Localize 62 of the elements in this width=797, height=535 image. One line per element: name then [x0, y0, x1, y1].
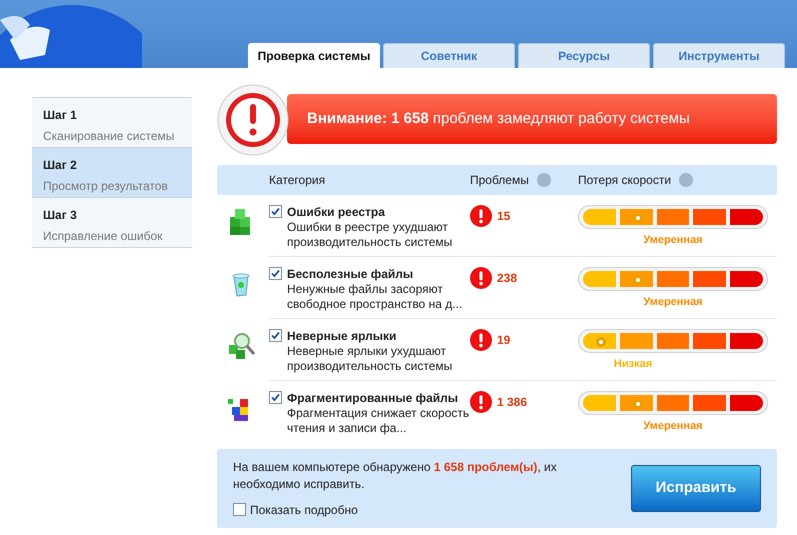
- meter-segment: [693, 333, 726, 349]
- alert-icon: [217, 84, 289, 156]
- checkbox-label: Показать подробно: [250, 502, 358, 518]
- checkbox[interactable]: [269, 329, 282, 342]
- warning-icon: [470, 391, 492, 413]
- speed-rating: Низкая: [614, 357, 652, 372]
- step-item[interactable]: Шаг 3 Исправление ошибок: [32, 198, 192, 248]
- step-title: Шаг 1: [43, 107, 78, 124]
- meter-segment: [730, 271, 763, 287]
- warning-icon: [470, 205, 492, 227]
- step-item[interactable]: Шаг 1 Сканирование системы: [32, 98, 192, 148]
- checkbox[interactable]: [269, 267, 282, 280]
- column-header: Категория: [269, 172, 326, 189]
- meter-segment: [620, 333, 653, 349]
- meter-segment: [656, 395, 690, 411]
- category-description: Фрагментация снижает скорость чтения и записи фа...: [287, 406, 470, 436]
- tab[interactable]: Инструменты: [653, 43, 785, 68]
- step-title: Шаг 2: [43, 157, 78, 174]
- meter-segment: [730, 395, 763, 411]
- meter-segment: [730, 333, 763, 349]
- category-description: Ненужные файлы засоряют свободное пространство на д...: [287, 282, 464, 312]
- alert-banner: Внимание: 1 658 проблем замедляют работу системы: [287, 94, 777, 144]
- meter-segment: [583, 209, 616, 225]
- checkbox[interactable]: [269, 205, 282, 218]
- category-title: Фрагментированные файлы: [287, 391, 460, 406]
- meter-segment: [693, 395, 726, 411]
- step-title: Шаг 3: [43, 207, 78, 224]
- problem-count: 238: [497, 270, 518, 287]
- tab[interactable]: Ресурсы: [518, 43, 650, 68]
- meter-segment: [693, 271, 726, 287]
- category-title: Неверные ярлыки: [287, 329, 398, 344]
- category-description: Неверные ярлыки ухудшают производительность системы: [287, 344, 454, 374]
- problem-count: 1 386: [497, 394, 528, 411]
- meter-segment: [583, 395, 616, 411]
- speed-rating: Умеренная: [643, 233, 703, 248]
- summary-text: На вашем компьютере обнаружено 1 658 проблем(ы), их необходимо исправить.: [233, 458, 558, 492]
- tab[interactable]: Советник: [383, 43, 515, 68]
- warning-icon: [470, 267, 492, 289]
- meter-segment: [730, 209, 763, 225]
- meter-segment: [583, 271, 616, 287]
- category-description: Ошибки в реестре ухудшают производительность системы: [287, 220, 454, 250]
- category-title: Ошибки реестра: [287, 205, 386, 220]
- tab[interactable]: Проверка системы: [248, 43, 380, 68]
- column-header: Потеря скорости: [578, 171, 694, 189]
- warning-icon: [470, 329, 492, 351]
- step-subtitle: Сканирование системы: [43, 128, 176, 145]
- meter-segment: [656, 209, 690, 225]
- step-subtitle: Просмотр результатов: [43, 178, 169, 195]
- speed-rating: Умеренная: [643, 295, 703, 310]
- checkbox[interactable]: [269, 391, 282, 404]
- meter-segment: [656, 333, 690, 349]
- problem-count: 19: [497, 332, 510, 349]
- magnifier-cubes-icon: [226, 331, 256, 361]
- problem-count: 15: [497, 208, 510, 225]
- category-title: Бесполезные файлы: [287, 267, 414, 282]
- speed-rating: Умеренная: [643, 419, 703, 434]
- column-header: Проблемы: [470, 171, 578, 189]
- checkbox[interactable]: [233, 503, 246, 516]
- meter-segment: [693, 209, 726, 225]
- meter-segment: [656, 271, 690, 287]
- step-item[interactable]: Шаг 2 Просмотр результатов: [32, 148, 192, 198]
- step-subtitle: Исправление ошибок: [43, 228, 164, 245]
